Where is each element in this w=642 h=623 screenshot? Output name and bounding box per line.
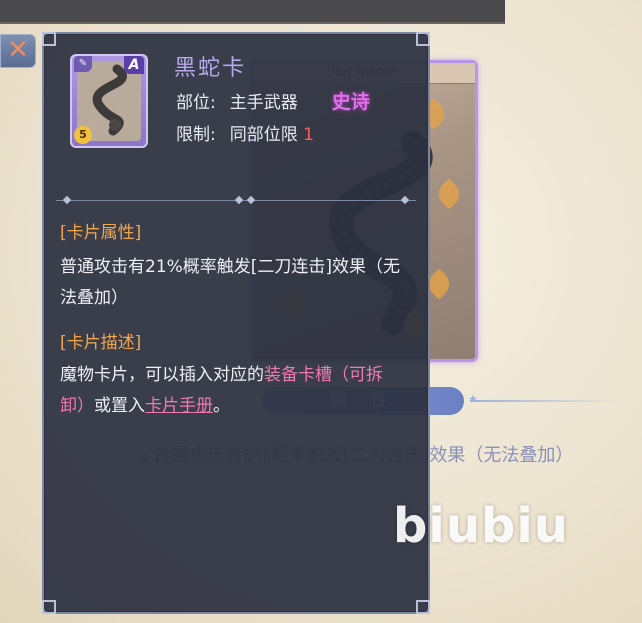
description-text: 魔物卡片，可以插入对应的装备卡槽（可拆卸）或置入卡片手册。 <box>60 360 402 422</box>
limit-row: 限制: 同部位限 1 <box>176 120 314 145</box>
corner-ornament <box>42 600 56 614</box>
section-divider <box>56 195 416 206</box>
corner-ornament <box>416 32 430 46</box>
attributes-text: 普通攻击有21%概率触发[二刀连击]效果（无法叠加） <box>60 257 401 308</box>
corner-ornament <box>42 32 56 46</box>
card-tooltip: ✎ A 5 黑蛇卡 部位: 主手武器 史诗 限制: 同部位限 1 [卡片属性] 普通攻… <box>42 32 430 614</box>
sparkle-icon: ✦ <box>468 392 479 406</box>
description-part: 或置入 <box>94 396 145 416</box>
description-heading: [卡片描述] <box>60 333 142 353</box>
slot-value: 主手武器 <box>229 93 298 113</box>
card-type-icon: ✎ <box>74 56 92 72</box>
attributes-heading: [卡片属性] <box>60 223 142 243</box>
slot-row: 部位: 主手武器 史诗 <box>176 87 370 114</box>
corner-ornament <box>416 600 430 614</box>
attr-divider <box>470 400 620 402</box>
top-bar <box>0 0 505 24</box>
close-button[interactable]: ✕ <box>0 34 36 68</box>
limit-count: 1 <box>303 125 314 145</box>
limit-label: 限制: <box>176 125 216 145</box>
card-name: 黑蛇卡 <box>174 56 247 81</box>
description-part: 魔物卡片，可以插入对应的 <box>60 365 264 385</box>
slot-label: 部位: <box>176 93 216 113</box>
level-badge: 5 <box>74 126 92 144</box>
rarity-label: 史诗 <box>331 91 370 113</box>
rank-badge: A <box>124 56 144 74</box>
limit-value: 同部位限 <box>229 125 298 145</box>
description-end: 。 <box>213 396 230 416</box>
card-manual-link[interactable]: 卡片手册 <box>145 396 213 416</box>
watermark-logo: biubiu <box>393 498 569 554</box>
card-icon[interactable]: ✎ A 5 <box>70 54 148 148</box>
